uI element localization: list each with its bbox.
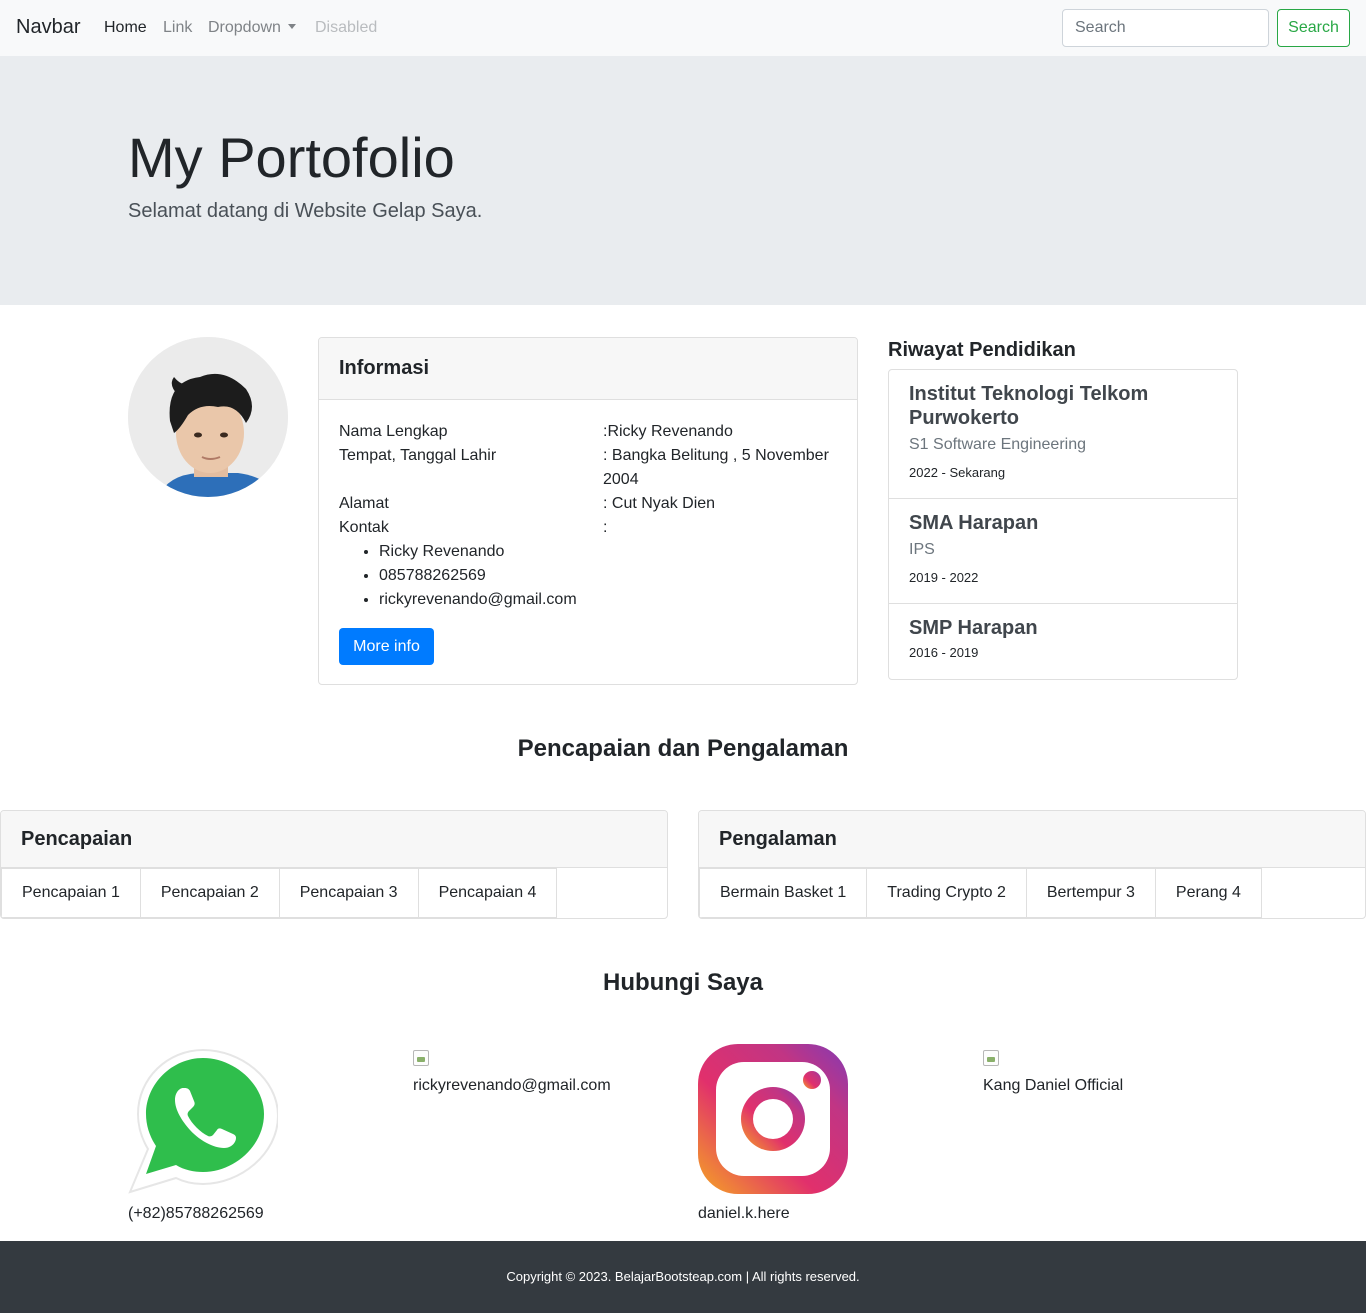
search-button[interactable]: Search: [1277, 9, 1350, 47]
pencapaian-button-1[interactable]: Pencapaian 1: [1, 868, 141, 918]
page-subtitle: Selamat datang di Website Gelap Saya.: [128, 200, 483, 222]
list-item: Ricky Revenando: [379, 540, 837, 564]
pengalaman-button-4[interactable]: Perang 4: [1154, 868, 1262, 918]
nav-dropdown[interactable]: Dropdown: [208, 19, 296, 37]
email-address: rickyrevenando@gmail.com: [413, 1077, 611, 1094]
pencapaian-button-3[interactable]: Pencapaian 3: [278, 868, 419, 918]
whatsapp-icon: [128, 1048, 280, 1194]
pencapaian-header: Pencapaian: [1, 811, 667, 868]
info-value: :: [603, 519, 608, 536]
email-icon: [413, 1050, 429, 1066]
youtube-channel: Kang Daniel Official: [983, 1077, 1124, 1094]
pencapaian-card: Pencapaian Pencapaian 1 Pencapaian 2 Pen…: [0, 810, 668, 919]
nav-link-disabled: Disabled: [315, 19, 378, 36]
pengalaman-button-group: Bermain Basket 1 Trading Crypto 2 Bertem…: [699, 868, 1365, 918]
school-name: Institut Teknologi Telkom Purwokerto: [909, 383, 1149, 429]
pengalaman-card: Pengalaman Bermain Basket 1 Trading Cryp…: [698, 810, 1366, 919]
education-item: SMA Harapan IPS 2019 - 2022: [889, 499, 1237, 604]
school-major: IPS: [909, 541, 935, 558]
achievements-section-title: Pencapaian dan Pengalaman: [517, 735, 849, 762]
school-name: SMP Harapan: [909, 617, 1038, 639]
pengalaman-button-2[interactable]: Trading Crypto 2: [866, 868, 1027, 918]
avatar: [128, 337, 288, 497]
navbar-brand[interactable]: Navbar: [16, 16, 80, 39]
caret-down-icon: [287, 24, 296, 29]
info-card-body: Nama Lengkap :Ricky Revenando Tempat, Ta…: [319, 400, 857, 684]
info-row-birth: Tempat, Tanggal Lahir : Bangka Belitung …: [339, 444, 837, 492]
pengalaman-header: Pengalaman: [699, 811, 1365, 868]
navbar: Navbar Home Link Dropdown Disabled Searc…: [0, 0, 1366, 56]
instagram-handle: daniel.k.here: [698, 1205, 790, 1222]
youtube-contact[interactable]: Kang Daniel Official: [983, 1050, 1123, 1095]
youtube-icon: [983, 1050, 999, 1066]
whatsapp-number: (+82)85788262569: [128, 1205, 264, 1222]
nav-dropdown-label: Dropdown: [208, 19, 281, 36]
school-major: S1 Software Engineering: [909, 436, 1086, 453]
school-years: 2016 - 2019: [909, 645, 979, 660]
info-value: : Bangka Belitung , 5 November 2004: [603, 447, 829, 488]
nav-link-link[interactable]: Link: [163, 19, 192, 37]
search-input[interactable]: [1062, 9, 1269, 47]
pengalaman-button-3[interactable]: Bertempur 3: [1025, 868, 1156, 918]
instagram-icon: [698, 1044, 848, 1194]
list-item: rickyrevenando@gmail.com: [379, 588, 837, 612]
contact-section-title: Hubungi Saya: [602, 969, 764, 996]
info-card: Informasi Nama Lengkap : Ricky Revenando …: [318, 337, 858, 685]
info-value: :Ricky Revenando: [603, 423, 733, 440]
school-name: SMA Harapan: [909, 512, 1039, 534]
pengalaman-button-1[interactable]: Bermain Basket 1: [699, 868, 868, 918]
more-info-button[interactable]: More info: [339, 628, 434, 665]
education-item: SMP Harapan 2016 - 2019: [889, 604, 1237, 679]
info-label: Kontak: [339, 519, 389, 536]
instagram-contact[interactable]: daniel.k.here: [698, 1044, 848, 1223]
info-label: Nama Lengkap: [339, 423, 448, 440]
footer: Copyright © 2023. BelajarBootsteap.com |…: [0, 1241, 1366, 1313]
email-contact[interactable]: rickyrevenando@gmail.com: [413, 1050, 611, 1095]
copyright-text: Copyright © 2023. BelajarBootsteap.com |…: [506, 1269, 860, 1284]
school-years: 2022 - Sekarang: [909, 465, 1006, 480]
list-item: 085788262569: [379, 564, 837, 588]
education-title: Riwayat Pendidikan: [888, 339, 1076, 361]
pencapaian-button-4[interactable]: Pencapaian 4: [417, 868, 558, 918]
info-row-contact: Kontak :: [339, 516, 837, 540]
contact-list: Ricky Revenando 085788262569 rickyrevena…: [379, 540, 837, 612]
jumbotron: My Portofolio Selamat datang di Website …: [0, 56, 1366, 305]
education-list: Institut Teknologi Telkom Purwokerto S1 …: [888, 369, 1238, 680]
school-years: 2019 - 2022: [909, 570, 979, 585]
education-item: Institut Teknologi Telkom Purwokerto S1 …: [889, 370, 1237, 499]
page-title: My Portofolio: [128, 126, 455, 189]
whatsapp-contact[interactable]: (+82)85788262569: [128, 1044, 280, 1223]
info-label: Alamat: [339, 495, 389, 512]
info-row-address: Alamat : Cut Nyak Dien: [339, 492, 837, 516]
info-row-name: Nama Lengkap :Ricky Revenando: [339, 420, 837, 444]
info-card-header: Informasi: [319, 338, 857, 400]
pencapaian-button-group: Pencapaian 1 Pencapaian 2 Pencapaian 3 P…: [1, 868, 667, 918]
info-value: : Cut Nyak Dien: [603, 495, 716, 512]
profile-photo: [128, 337, 288, 497]
nav-link-home[interactable]: Home: [104, 19, 147, 37]
pencapaian-button-2[interactable]: Pencapaian 2: [139, 868, 280, 918]
info-label: Tempat, Tanggal Lahir: [339, 447, 497, 464]
